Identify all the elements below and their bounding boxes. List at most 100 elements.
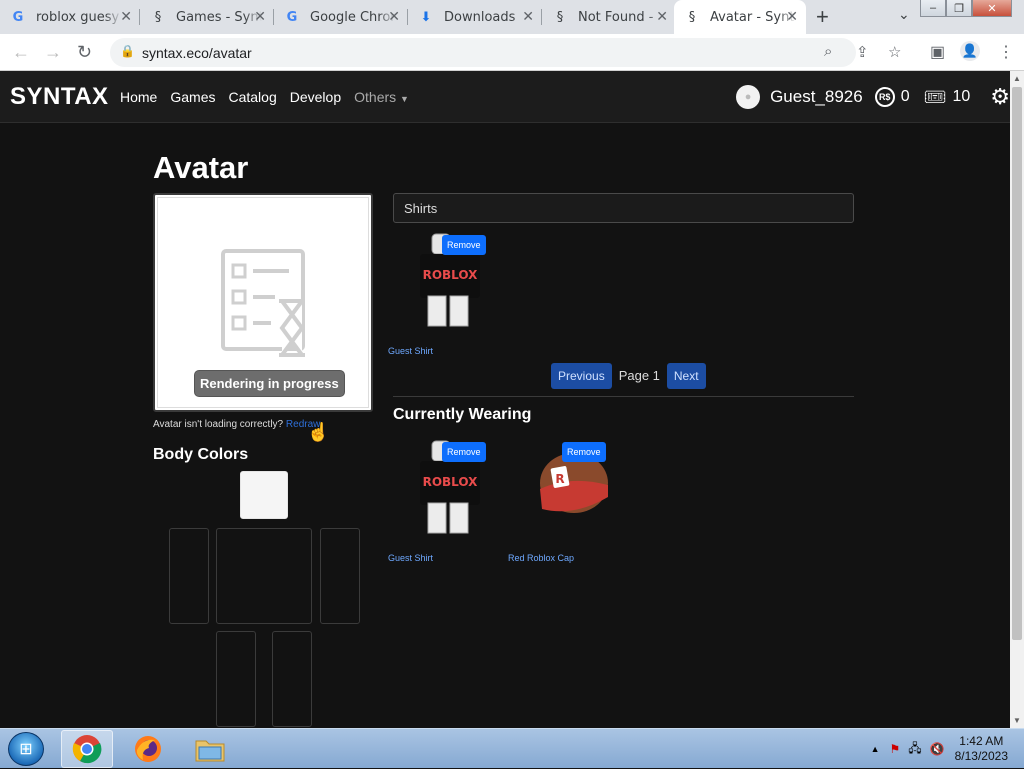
nav-catalog[interactable]: Catalog xyxy=(228,89,276,105)
reload-icon[interactable]: ↻ xyxy=(77,42,92,63)
hand-cursor-icon: ☝ xyxy=(307,422,330,442)
username[interactable]: Guest_8926 xyxy=(770,87,863,107)
tab-google-chrome[interactable]: G Google Chrom ✕ xyxy=(274,0,408,34)
close-icon[interactable]: ✕ xyxy=(656,9,668,25)
chrome-icon xyxy=(72,735,102,764)
divider xyxy=(393,396,854,397)
close-icon[interactable]: ✕ xyxy=(120,9,132,25)
tab-roblox-guesy[interactable]: G roblox guesy ✕ xyxy=(0,0,140,34)
bookmark-star-icon[interactable]: ☆ xyxy=(888,43,901,61)
remove-button[interactable]: Remove xyxy=(442,442,486,462)
robux-count: 0 xyxy=(900,88,910,105)
volume-muted-icon[interactable]: 🔇 xyxy=(930,742,945,756)
tab-avatar-syntax[interactable]: § Avatar - Synt ✕ xyxy=(674,0,806,34)
site-navbar: SYNTAX Home Games Catalog Develop Others… xyxy=(0,71,1010,123)
clock[interactable]: 1:42 AM 8/13/2023 xyxy=(955,734,1008,764)
svg-text:ROBLOX: ROBLOX xyxy=(423,475,479,489)
start-button[interactable]: ⊞ xyxy=(8,732,44,766)
syntax-icon: § xyxy=(556,9,564,25)
new-tab-icon[interactable]: + xyxy=(816,4,829,30)
taskbar-explorer[interactable] xyxy=(184,730,236,768)
google-icon: G xyxy=(286,9,298,25)
ticket-icon: 🎟 xyxy=(923,86,947,107)
pending-checklist-icon xyxy=(221,249,305,357)
tab-downloads[interactable]: ⬇ Downloads ✕ xyxy=(408,0,542,34)
google-icon: G xyxy=(12,9,24,25)
system-tray: ▲ ⚑ 🖧 🔇 1:42 AM 8/13/2023 xyxy=(871,729,1024,769)
tab-title: Games - Synt xyxy=(176,9,262,25)
avatar-loading-note: Avatar isn't loading correctly? Redraw xyxy=(153,419,321,430)
scroll-down-icon[interactable]: ▼ xyxy=(1013,716,1021,725)
svg-text:R: R xyxy=(555,472,564,486)
item-name-link[interactable]: Red Roblox Cap xyxy=(508,553,574,563)
back-icon[interactable]: ← xyxy=(12,42,30,63)
nav-home[interactable]: Home xyxy=(120,89,157,105)
taskbar-chrome[interactable] xyxy=(61,730,113,768)
lock-icon: 🔒 xyxy=(120,44,135,58)
tab-title: Downloads xyxy=(444,9,516,25)
syntax-icon: § xyxy=(688,9,696,25)
profile-icon[interactable]: 👤 xyxy=(960,41,980,61)
chevron-down-icon[interactable]: ⌄ xyxy=(898,6,910,23)
window-close-button[interactable]: ✕ xyxy=(972,0,1012,17)
network-icon[interactable]: 🖧 xyxy=(908,739,921,760)
url-text: syntax.eco/avatar xyxy=(142,45,252,61)
next-button[interactable]: Next xyxy=(666,362,706,389)
body-colors-title: Body Colors xyxy=(153,446,249,463)
robux-icon: R$ xyxy=(874,87,895,107)
site-logo[interactable]: SYNTAX xyxy=(10,83,109,111)
action-center-icon[interactable]: ⚑ xyxy=(890,742,901,756)
menu-dots-icon[interactable]: ⋮ xyxy=(998,42,1014,62)
tab-title: Google Chrom xyxy=(310,9,396,25)
address-bar[interactable]: 🔒 syntax.eco/avatar ⌕ ⇪ ☆ xyxy=(110,38,901,67)
tab-games-syntax[interactable]: § Games - Synt ✕ xyxy=(140,0,274,34)
body-color-right-leg[interactable] xyxy=(216,631,256,727)
remove-button[interactable]: Remove xyxy=(442,235,486,255)
body-color-left-arm[interactable] xyxy=(320,528,360,624)
folder-icon xyxy=(195,740,225,762)
wearing-item[interactable]: ROBLOX Remove Guest Shirt xyxy=(388,439,508,563)
item-name-link[interactable]: Guest Shirt xyxy=(388,553,433,563)
gear-icon[interactable]: ⚙ xyxy=(990,84,1010,110)
close-icon[interactable]: ✕ xyxy=(254,9,266,25)
tab-not-found[interactable]: § Not Found - ✕ xyxy=(542,0,676,34)
scroll-up-icon[interactable]: ▲ xyxy=(1013,74,1021,83)
svg-text:ROBLOX: ROBLOX xyxy=(423,268,479,282)
remove-button[interactable]: Remove xyxy=(562,442,606,462)
firefox-icon xyxy=(135,736,161,762)
caret-down-icon: ▼ xyxy=(400,94,409,104)
nav-others-dropdown[interactable]: Others ▼ xyxy=(354,89,409,105)
currently-wearing-title: Currently Wearing xyxy=(393,406,532,423)
share-icon[interactable]: ⇪ xyxy=(856,43,869,61)
render-status-badge: Rendering in progress xyxy=(194,370,345,397)
scroll-thumb[interactable] xyxy=(1012,87,1022,640)
body-color-left-leg[interactable] xyxy=(272,631,312,727)
tab-title: Not Found - xyxy=(578,9,654,25)
nav-games[interactable]: Games xyxy=(170,89,215,105)
close-icon[interactable]: ✕ xyxy=(388,9,400,25)
body-color-right-arm[interactable] xyxy=(169,528,209,624)
item-name-link[interactable]: Guest Shirt xyxy=(388,346,433,356)
minimize-button[interactable]: – xyxy=(920,0,946,17)
avatar-render-panel: Rendering in progress xyxy=(153,193,373,412)
page-scrollbar[interactable]: ▲ ▼ xyxy=(1010,71,1024,728)
download-icon: ⬇ xyxy=(420,9,432,25)
nav-develop[interactable]: Develop xyxy=(290,89,341,105)
taskbar-firefox[interactable] xyxy=(122,730,174,768)
restore-button[interactable]: ❐ xyxy=(946,0,972,17)
tray-expand-icon[interactable]: ▲ xyxy=(871,744,880,754)
previous-button[interactable]: Previous xyxy=(551,362,612,389)
avatar[interactable]: ● xyxy=(736,85,761,109)
side-panel-icon[interactable]: ▣ xyxy=(930,42,945,62)
wearing-item[interactable]: R Remove Red Roblox Cap xyxy=(508,439,628,563)
inventory-item[interactable]: ROBLOX Remove Guest Shirt xyxy=(388,232,508,356)
tab-title: Avatar - Synt xyxy=(710,9,795,25)
category-select[interactable]: Shirts xyxy=(393,193,854,223)
body-color-torso[interactable] xyxy=(216,528,312,624)
zoom-icon[interactable]: ⌕ xyxy=(824,43,832,60)
forward-icon[interactable]: → xyxy=(44,42,62,63)
close-icon[interactable]: ✕ xyxy=(522,9,534,25)
close-icon[interactable]: ✕ xyxy=(786,9,798,25)
tab-title: roblox guesy xyxy=(36,9,120,25)
body-color-head[interactable] xyxy=(240,471,288,519)
